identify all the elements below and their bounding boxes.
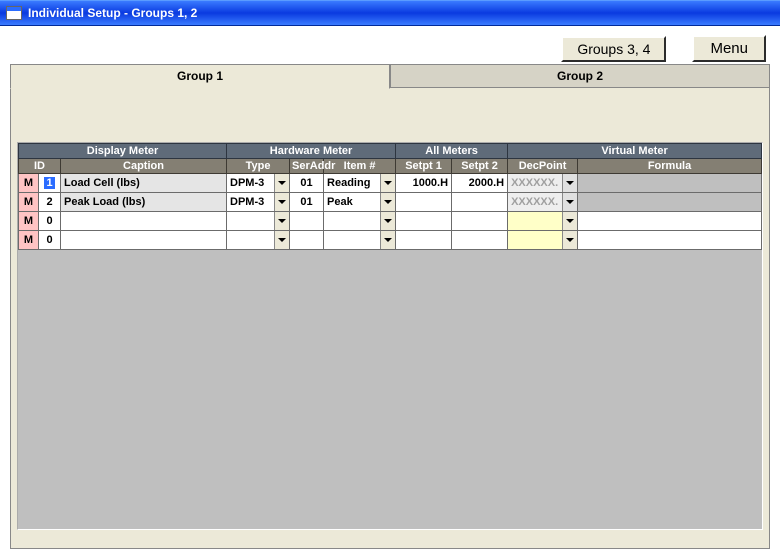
row-item-combo[interactable]: Reading [324, 174, 396, 193]
row-m-button[interactable]: M [19, 212, 39, 231]
row-decpoint-combo[interactable] [508, 212, 578, 231]
col-header-formula: Formula [578, 159, 762, 174]
meter-grid: Display Meter Hardware Meter All Meters … [17, 142, 763, 530]
dropdown-arrow-icon[interactable] [380, 174, 395, 192]
col-header-seraddr: SerAddr [290, 159, 324, 174]
row-setpt1-cell[interactable]: 1000.H [396, 174, 452, 193]
row-setpt2-cell[interactable] [452, 231, 508, 250]
row-seraddr-cell[interactable]: 01 [290, 174, 324, 193]
row-setpt2-cell[interactable] [452, 212, 508, 231]
row-formula-cell[interactable] [578, 174, 762, 193]
row-formula-cell[interactable] [578, 212, 762, 231]
tab-group-1[interactable]: Group 1 [10, 64, 390, 89]
row-formula-cell[interactable] [578, 231, 762, 250]
dropdown-arrow-icon[interactable] [274, 231, 289, 249]
tab-body: Display Meter Hardware Meter All Meters … [10, 87, 770, 549]
row-type-combo[interactable] [227, 212, 290, 231]
dropdown-arrow-icon[interactable] [562, 212, 577, 230]
groups-3-4-button[interactable]: Groups 3, 4 [561, 36, 666, 62]
row-caption-cell[interactable]: Load Cell (lbs) [61, 174, 227, 193]
table-row: M2Peak Load (lbs)DPM-301Peak XXXXXX. [19, 193, 762, 212]
row-id-cell[interactable]: 2 [39, 193, 61, 212]
group-header-all-meters: All Meters [396, 144, 508, 159]
menu-button[interactable]: Menu [692, 35, 766, 62]
group-header-virtual-meter: Virtual Meter [508, 144, 762, 159]
app-icon [6, 6, 22, 20]
dropdown-arrow-icon[interactable] [274, 174, 289, 192]
group-header-hardware-meter: Hardware Meter [227, 144, 396, 159]
group-header-display-meter: Display Meter [19, 144, 227, 159]
row-type-combo[interactable]: DPM-3 [227, 174, 290, 193]
row-decpoint-combo[interactable]: XXXXXX. [508, 174, 578, 193]
table-row: M1Load Cell (lbs)DPM-301Reading1000.H200… [19, 174, 762, 193]
tab-strip: Group 1 Group 2 [10, 64, 770, 88]
row-type-combo[interactable] [227, 231, 290, 250]
top-buttons-bar: Groups 3, 4 Menu [561, 35, 766, 62]
row-type-combo[interactable]: DPM-3 [227, 193, 290, 212]
row-setpt1-cell[interactable] [396, 231, 452, 250]
dropdown-arrow-icon[interactable] [380, 193, 395, 211]
col-header-caption: Caption [61, 159, 227, 174]
row-decpoint-combo[interactable]: XXXXXX. [508, 193, 578, 212]
row-formula-cell[interactable] [578, 193, 762, 212]
row-id-cell[interactable]: 1 [39, 174, 61, 193]
tab-group-2[interactable]: Group 2 [390, 64, 770, 88]
dropdown-arrow-icon[interactable] [562, 174, 577, 192]
row-m-button[interactable]: M [19, 193, 39, 212]
table-row: M0 [19, 212, 762, 231]
row-seraddr-cell[interactable]: 01 [290, 193, 324, 212]
row-m-button[interactable]: M [19, 174, 39, 193]
col-header-setpt1: Setpt 1 [396, 159, 452, 174]
row-seraddr-cell[interactable] [290, 231, 324, 250]
row-caption-cell[interactable] [61, 212, 227, 231]
row-caption-cell[interactable]: Peak Load (lbs) [61, 193, 227, 212]
dropdown-arrow-icon[interactable] [274, 193, 289, 211]
meter-table: Display Meter Hardware Meter All Meters … [18, 143, 762, 250]
row-m-button[interactable]: M [19, 231, 39, 250]
row-item-combo[interactable]: Peak [324, 193, 396, 212]
window-title: Individual Setup - Groups 1, 2 [28, 6, 197, 20]
window-titlebar: Individual Setup - Groups 1, 2 [0, 0, 780, 26]
col-header-type: Type [227, 159, 290, 174]
row-setpt1-cell[interactable] [396, 193, 452, 212]
row-item-combo[interactable] [324, 212, 396, 231]
row-seraddr-cell[interactable] [290, 212, 324, 231]
row-caption-cell[interactable] [61, 231, 227, 250]
dropdown-arrow-icon[interactable] [274, 212, 289, 230]
dropdown-arrow-icon[interactable] [380, 212, 395, 230]
row-id-cell[interactable]: 0 [39, 231, 61, 250]
row-id-cell[interactable]: 0 [39, 212, 61, 231]
row-decpoint-combo[interactable] [508, 231, 578, 250]
table-row: M0 [19, 231, 762, 250]
dropdown-arrow-icon[interactable] [562, 193, 577, 211]
col-header-id: ID [19, 159, 61, 174]
row-setpt1-cell[interactable] [396, 212, 452, 231]
tab-container: Group 1 Group 2 Display Meter Hardware M… [10, 64, 770, 549]
dropdown-arrow-icon[interactable] [380, 231, 395, 249]
dropdown-arrow-icon[interactable] [562, 231, 577, 249]
col-header-setpt2: Setpt 2 [452, 159, 508, 174]
col-header-decpoint: DecPoint [508, 159, 578, 174]
row-item-combo[interactable] [324, 231, 396, 250]
row-setpt2-cell[interactable]: 2000.H [452, 174, 508, 193]
row-setpt2-cell[interactable] [452, 193, 508, 212]
